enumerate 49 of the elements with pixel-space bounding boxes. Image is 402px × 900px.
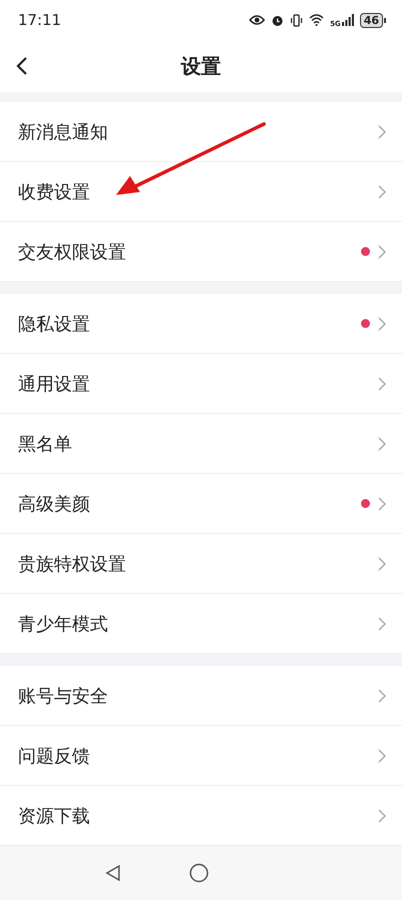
settings-item[interactable]: 贵族特权设置 [0, 534, 402, 594]
settings-item[interactable]: 黑名单 [0, 414, 402, 474]
alarm-clock-icon [271, 14, 284, 26]
settings-item[interactable]: 青少年模式 [0, 594, 402, 654]
page-title: 设置 [181, 52, 221, 80]
home-button[interactable] [189, 863, 209, 883]
chevron-icon [378, 124, 386, 138]
item-label: 黑名单 [18, 432, 73, 456]
item-label: 贵族特权设置 [18, 552, 127, 576]
settings-item[interactable]: 交友权限设置 [0, 222, 402, 282]
battery-level: 46 [360, 12, 383, 28]
triangle-icon [105, 864, 121, 882]
settings-item[interactable]: 新消息通知 [0, 102, 402, 162]
item-label: 资源下载 [18, 804, 91, 828]
chevron-icon [378, 616, 386, 630]
settings-item[interactable]: 高级美颜 [0, 474, 402, 534]
chevron-icon [378, 184, 386, 198]
item-label: 账号与安全 [18, 684, 109, 708]
chevron-icon [378, 436, 386, 450]
chevron-icon [378, 376, 386, 390]
back-icon [14, 56, 30, 76]
item-label: 隐私设置 [18, 312, 91, 336]
item-label: 问题反馈 [18, 744, 91, 768]
chevron-icon [378, 808, 386, 822]
chevron-icon [378, 556, 386, 570]
item-label: 青少年模式 [18, 612, 109, 636]
chevron-icon [378, 748, 386, 762]
chevron-icon [378, 316, 386, 330]
item-label: 高级美颜 [18, 492, 91, 516]
wifi-icon [309, 14, 324, 26]
signal-icon [342, 14, 354, 26]
clock-time: 17:11 [18, 11, 62, 29]
vibrate-icon [290, 14, 304, 26]
chevron-icon [378, 244, 386, 258]
circle-icon [189, 863, 209, 883]
item-label: 新消息通知 [18, 120, 109, 144]
item-label: 收费设置 [18, 180, 91, 204]
settings-item[interactable]: 通用设置 [0, 354, 402, 414]
item-label: 通用设置 [18, 372, 91, 396]
chevron-icon [378, 688, 386, 702]
settings-item[interactable]: 问题反馈 [0, 726, 402, 786]
chevron-icon [378, 496, 386, 510]
eye-icon [249, 14, 266, 26]
item-label: 交友权限设置 [18, 240, 127, 264]
settings-item[interactable]: 隐私设置 [0, 294, 402, 354]
settings-item[interactable]: 账号与安全 [0, 666, 402, 726]
settings-item[interactable]: 收费设置 [0, 162, 402, 222]
settings-item[interactable]: 资源下载 [0, 786, 402, 846]
back-nav-button[interactable] [105, 864, 121, 882]
